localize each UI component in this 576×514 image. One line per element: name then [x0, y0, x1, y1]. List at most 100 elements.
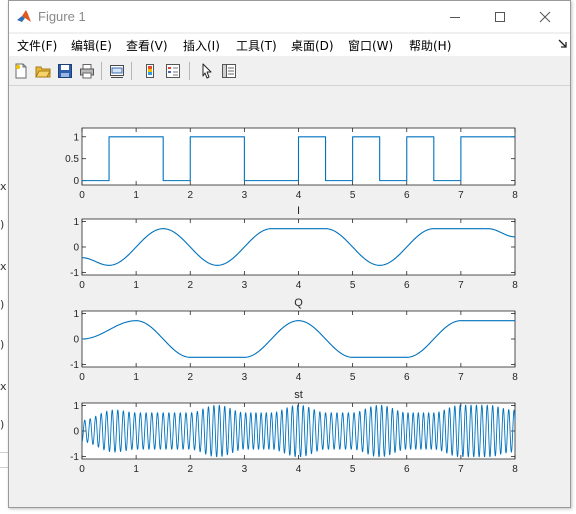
- y-tick-label: 0: [73, 427, 79, 438]
- x-tick-label: 2: [187, 280, 193, 291]
- x-tick-label: 7: [458, 464, 464, 475]
- matlab-logo-icon: [17, 10, 31, 22]
- x-tick-label: 4: [296, 280, 302, 291]
- x-tick-label: 2: [187, 464, 193, 475]
- figure-toolbar: [9, 57, 570, 86]
- y-tick-label: 1: [73, 132, 79, 143]
- y-tick-label: 0: [73, 335, 79, 346]
- menu-edit[interactable]: 编辑(E): [71, 37, 112, 54]
- x-tick-label: 6: [404, 280, 410, 291]
- insert-legend-icon: [166, 64, 180, 78]
- subplot-title: I: [297, 205, 300, 217]
- window-title: Figure 1: [38, 9, 86, 24]
- minimize-icon: [450, 16, 460, 18]
- toolbar-separator: [189, 62, 190, 80]
- x-tick-label: 6: [404, 190, 410, 201]
- y-tick-label: 0: [73, 243, 79, 254]
- x-tick-label: 0: [79, 372, 85, 383]
- x-tick-label: 4: [296, 190, 302, 201]
- x-tick-label: 0: [79, 464, 85, 475]
- plot-area: [81, 218, 516, 276]
- link-plot-icon: [110, 65, 124, 78]
- background-glyph: x: [0, 380, 7, 393]
- menu-tools[interactable]: 工具(T): [236, 37, 277, 54]
- edit-plot-button[interactable]: [197, 61, 217, 81]
- x-tick-label: 7: [458, 372, 464, 383]
- new-figure-button[interactable]: [11, 61, 31, 81]
- x-tick-label: 2: [187, 190, 193, 201]
- x-tick-label: 6: [404, 464, 410, 475]
- y-tick-label: 0.5: [65, 154, 79, 165]
- close-icon: [539, 11, 551, 22]
- menu-file[interactable]: 文件(F): [17, 37, 57, 54]
- figure-canvas: 0 1 2 3 4 5 6 7 8 0 0.5 1 I 0 1 2 3 4 5 6 7 8 -1 0 1 Q 0 1 2 3 4 5 6 7 8 -1…: [9, 86, 570, 507]
- x-tick-label: 8: [512, 464, 518, 475]
- background-glyph: x: [0, 260, 7, 273]
- save-icon: [58, 64, 72, 78]
- x-tick-label: 7: [458, 280, 464, 291]
- save-button[interactable]: [55, 61, 75, 81]
- minimize-button[interactable]: [432, 1, 478, 32]
- menu-insert[interactable]: 插入(I): [183, 37, 220, 54]
- background-glyph: ): [0, 338, 5, 351]
- open-file-button[interactable]: [33, 61, 53, 81]
- background-glyph: x: [0, 180, 7, 193]
- x-tick-label: 4: [296, 372, 302, 383]
- y-tick-label: -1: [70, 452, 79, 463]
- background-glyph: ): [0, 218, 5, 231]
- insert-colorbar-button[interactable]: [140, 61, 160, 81]
- maximize-button[interactable]: [477, 1, 523, 32]
- y-tick-label: -1: [70, 360, 79, 371]
- y-tick-label: 1: [73, 309, 79, 320]
- x-tick-label: 2: [187, 372, 193, 383]
- print-button[interactable]: [77, 61, 97, 81]
- toolbar-separator: [101, 62, 102, 80]
- menu-desktop[interactable]: 桌面(D): [291, 37, 334, 54]
- property-inspector-button[interactable]: [219, 61, 239, 81]
- dock-figure-icon[interactable]: [557, 38, 569, 50]
- menu-bar: 文件(F) 编辑(E) 查看(V) 插入(I) 工具(T) 桌面(D) 窗口(W…: [9, 34, 570, 56]
- new-figure-icon: [15, 63, 27, 79]
- x-tick-label: 3: [242, 464, 248, 475]
- x-tick-label: 5: [350, 280, 356, 291]
- x-tick-label: 1: [133, 280, 139, 291]
- x-tick-label: 3: [242, 280, 248, 291]
- x-tick-label: 1: [133, 190, 139, 201]
- x-tick-label: 6: [404, 372, 410, 383]
- title-bar[interactable]: Figure 1: [9, 1, 570, 32]
- subplot-title: st: [294, 389, 303, 401]
- plot-area: [81, 310, 516, 368]
- x-tick-label: 1: [133, 372, 139, 383]
- open-file-icon: [35, 66, 51, 78]
- x-tick-label: 7: [458, 190, 464, 201]
- x-tick-label: 0: [79, 280, 85, 291]
- subplot-title: Q: [294, 297, 303, 309]
- x-tick-label: 5: [350, 190, 356, 201]
- x-tick-label: 3: [242, 372, 248, 383]
- toolbar-separator: [131, 62, 132, 80]
- y-tick-label: -1: [70, 268, 79, 279]
- link-plot-button[interactable]: [107, 61, 127, 81]
- insert-colorbar-icon: [146, 64, 154, 78]
- close-button[interactable]: [522, 1, 568, 32]
- x-tick-label: 1: [133, 464, 139, 475]
- x-tick-label: 8: [512, 280, 518, 291]
- background-glyph: ): [0, 298, 5, 311]
- y-tick-label: 0: [73, 176, 79, 187]
- figure-window: Figure 1 文件(F) 编辑(E) 查看(V) 插入(I) 工具(T) 桌…: [8, 0, 571, 508]
- figure-plots: 0 1 2 3 4 5 6 7 800.51I0 1 2 3 4 5 6 7 8-101Q0 1 2 3 4 5 6 7 8-1…: [65, 127, 518, 475]
- edit-plot-icon: [202, 63, 212, 79]
- x-tick-label: 5: [350, 464, 356, 475]
- menu-window[interactable]: 窗口(W): [348, 37, 393, 54]
- x-tick-label: 5: [350, 372, 356, 383]
- y-tick-label: 1: [73, 217, 79, 228]
- maximize-icon: [495, 11, 505, 22]
- x-tick-label: 4: [296, 464, 302, 475]
- menu-view[interactable]: 查看(V): [126, 37, 168, 54]
- menu-help[interactable]: 帮助(H): [409, 37, 451, 54]
- insert-legend-button[interactable]: [163, 61, 183, 81]
- x-tick-label: 8: [512, 372, 518, 383]
- print-icon: [80, 64, 94, 79]
- y-tick-label: 1: [73, 401, 79, 412]
- x-tick-label: 0: [79, 190, 85, 201]
